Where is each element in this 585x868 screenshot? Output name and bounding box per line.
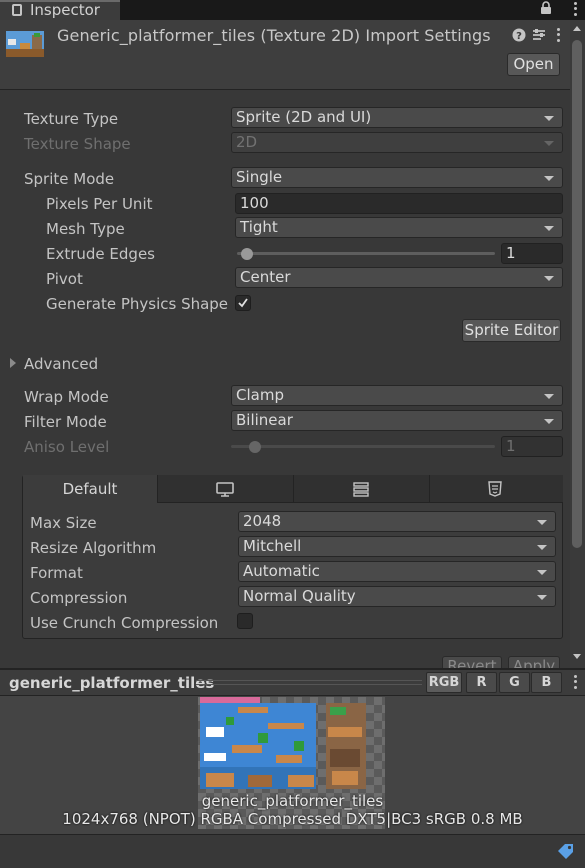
format-label: Format [30, 564, 83, 582]
preview-toolbar: generic_platformer_tiles [0, 670, 585, 696]
max-size-label: Max Size [30, 514, 97, 532]
format-dropdown[interactable]: Automatic [238, 561, 556, 582]
tab-menu-icon[interactable] [573, 1, 577, 17]
tab-inspector[interactable]: Inspector [0, 0, 120, 20]
info-icon [12, 4, 22, 16]
status-bar [0, 834, 585, 868]
sprite-editor-button[interactable]: Sprite Editor [462, 319, 561, 342]
texture-type-dropdown[interactable]: Sprite (2D and UI) [231, 107, 563, 128]
use-crunch-compression-label: Use Crunch Compression [30, 614, 219, 632]
texture-shape-dropdown: 2D [231, 132, 563, 153]
monitor-icon [216, 482, 234, 497]
tab-webgl[interactable] [430, 475, 563, 503]
extrude-edges-input[interactable]: 1 [501, 243, 563, 264]
extrude-edges-slider-knob[interactable] [241, 248, 254, 260]
pixels-per-unit-input[interactable]: 100 [235, 193, 563, 214]
scrollbar-thumb[interactable] [572, 40, 582, 548]
scroll-down-icon[interactable] [573, 654, 581, 659]
tab-server[interactable] [294, 475, 430, 503]
header-menu-icon[interactable] [556, 27, 560, 43]
html5-icon [488, 481, 502, 497]
filter-mode-label: Filter Mode [24, 413, 107, 431]
pivot-dropdown[interactable]: Center [235, 267, 563, 288]
preview-rule-bottom [196, 684, 422, 685]
filter-mode-dropdown[interactable]: Bilinear [231, 410, 563, 431]
wrap-mode-dropdown[interactable]: Clamp [231, 385, 563, 406]
header-title: Generic_platformer_tiles (Texture 2D) Im… [57, 26, 491, 45]
generate-physics-shape-label: Generate Physics Shape [46, 295, 229, 313]
texture-thumbnail [6, 31, 44, 57]
preset-icon[interactable] [531, 27, 547, 43]
sprite-mode-dropdown[interactable]: Single [231, 167, 563, 188]
compression-dropdown[interactable]: Normal Quality [238, 586, 556, 607]
aniso-level-slider-knob [248, 441, 261, 453]
preview-menu-icon[interactable] [573, 674, 577, 690]
inspector-header: Generic_platformer_tiles (Texture 2D) Im… [0, 20, 570, 90]
pixels-per-unit-label: Pixels Per Unit [46, 195, 153, 213]
channel-g-button[interactable]: G [499, 672, 530, 693]
lock-icon[interactable] [540, 1, 552, 15]
preview-caption-info: 1024x768 (NPOT) RGBA Compressed DXT5|BC3… [62, 810, 523, 828]
texture-type-label: Texture Type [24, 110, 119, 128]
advanced-foldout[interactable]: Advanced [24, 355, 98, 373]
wrap-mode-label: Wrap Mode [24, 388, 109, 406]
texture-shape-label: Texture Shape [24, 135, 131, 153]
tab-default-label: Default [62, 480, 118, 498]
mesh-type-label: Mesh Type [46, 220, 125, 238]
channel-r-button[interactable]: R [466, 672, 497, 693]
use-crunch-compression-checkbox[interactable] [237, 613, 253, 629]
compression-label: Compression [30, 589, 128, 607]
server-icon [353, 482, 369, 497]
mesh-type-dropdown[interactable]: Tight [235, 217, 563, 238]
preview-title: generic_platformer_tiles [9, 674, 215, 692]
max-size-dropdown[interactable]: 2048 [238, 511, 556, 532]
advanced-foldout-arrow-icon[interactable] [10, 358, 16, 368]
tab-default[interactable]: Default [23, 475, 158, 503]
preview-caption-name: generic_platformer_tiles [201, 792, 384, 810]
extrude-edges-label: Extrude Edges [46, 245, 155, 263]
aniso-level-label: Aniso Level [24, 438, 110, 456]
pivot-label: Pivot [46, 270, 83, 288]
resize-algorithm-dropdown[interactable]: Mitchell [238, 536, 556, 557]
preview-rule-top [196, 680, 422, 681]
tab-inspector-label: Inspector [30, 1, 100, 19]
svg-text:?: ? [516, 31, 522, 42]
tag-icon[interactable] [556, 842, 576, 862]
aniso-level-input: 1 [501, 436, 563, 457]
sprite-mode-label: Sprite Mode [24, 170, 115, 188]
tab-standalone[interactable] [158, 475, 294, 503]
help-icon[interactable]: ? [512, 28, 526, 42]
generate-physics-shape-checkbox[interactable] [235, 295, 251, 311]
channel-rgb-button[interactable]: RGB [426, 672, 462, 693]
aniso-level-slider-track [231, 445, 495, 448]
resize-algorithm-label: Resize Algorithm [30, 539, 157, 557]
scroll-up-icon[interactable] [573, 26, 581, 31]
extrude-edges-slider-track[interactable] [237, 252, 495, 255]
checkmark-icon [238, 298, 248, 308]
channel-b-button[interactable]: B [531, 672, 562, 693]
open-button[interactable]: Open [507, 53, 560, 76]
